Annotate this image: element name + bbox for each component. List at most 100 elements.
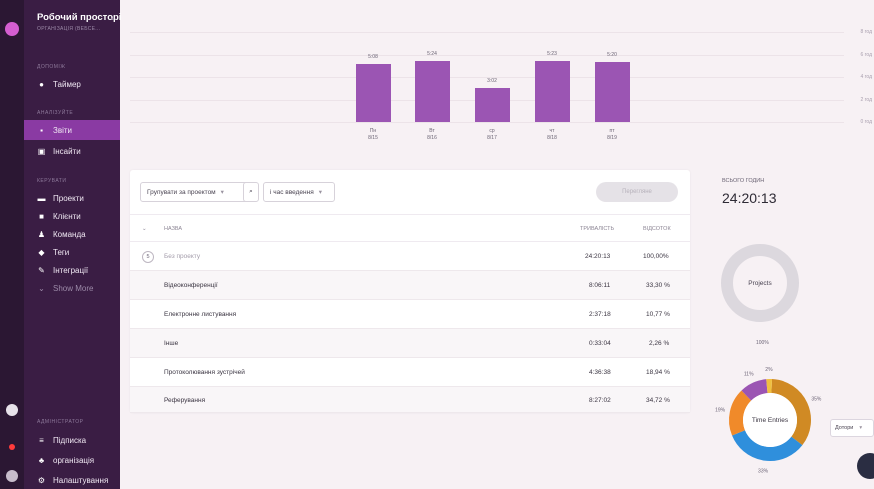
time-entries-donut: 35% 33% 19% 11% 2% Time Entries	[715, 367, 822, 475]
row-name: Інше	[164, 340, 179, 347]
chart-bar[interactable]	[475, 87, 510, 122]
sidebar-item-show-more[interactable]: ⌄ Show More	[24, 278, 120, 298]
donut-slice-label: 2%	[765, 367, 773, 373]
sidebar-item-label: Звіти	[53, 125, 72, 135]
total-hours-value: 24:20:13	[722, 190, 777, 206]
group-by-select[interactable]: Групувати за проектом ▾	[140, 182, 250, 202]
y-tick-label: 4 год	[860, 74, 872, 80]
notification-icon[interactable]	[9, 444, 15, 450]
chart-bar[interactable]	[356, 64, 391, 122]
row-duration: 0:33:04	[589, 340, 611, 347]
table-row[interactable]: Реферування 8:27:02 34,72 %	[130, 387, 690, 413]
summary-panel: всього годин 24:20:13 Projects 100% 35% 3…	[700, 170, 874, 489]
section-manage: КЕРУВАТИ	[37, 178, 67, 184]
clock-icon: ●	[39, 79, 44, 89]
bar-chart: 8 год 6 год 4 год 2 год 0 год 5:08 Пн 8/15 5:24 В…	[120, 0, 874, 162]
chart-gridline	[130, 54, 844, 56]
y-tick-label: 0 год	[860, 119, 872, 125]
report-table-card: Групувати за проектом ▾ ⌕ і час введення…	[130, 170, 690, 413]
row-name: Реферування	[164, 396, 206, 404]
x-tick-label: пт 8/19	[607, 128, 617, 141]
table-row[interactable]: Електронне листування 2:37:18 10,77 %	[130, 300, 690, 329]
sidebar-item-label: Команда	[53, 229, 86, 239]
sidebar-item-label: організація	[53, 455, 95, 465]
chart-bar[interactable]	[415, 61, 450, 122]
group-duration: 24:20:13	[585, 253, 611, 260]
sub-group-label: і час введення	[270, 188, 314, 196]
group-name: Без проекту	[164, 253, 201, 260]
row-percent: 34,72 %	[646, 396, 670, 404]
sidebar-item-projects[interactable]: ▬ Проекти	[24, 188, 120, 208]
avatar[interactable]	[6, 470, 18, 482]
projects-donut: Projects	[721, 244, 799, 322]
bar-value-label: 5:20	[607, 52, 617, 59]
sidebar-item-insights[interactable]: ▣ Інсайти	[24, 141, 120, 161]
table-row[interactable]: Інше 0:33:04 2,26 %	[130, 329, 690, 358]
header-percent[interactable]: ВІДСОТОК	[643, 215, 671, 243]
chevron-down-icon: ▾	[318, 189, 322, 196]
sidebar-item-subscription[interactable]: ≡ Підписка	[24, 430, 120, 450]
sidebar-item-clients[interactable]: ■ Клієнти	[24, 206, 120, 226]
chevron-down-icon: ⌄	[38, 283, 45, 293]
sidebar-item-label: Налаштування	[53, 475, 109, 485]
client-icon: ■	[39, 211, 44, 221]
x-tick-label: ср 8/17	[487, 128, 497, 141]
header-duration[interactable]: ТРИВАЛІСТЬ	[580, 215, 614, 243]
gear-icon: ⚙	[37, 475, 46, 485]
workspace-subtitle: ОРГАНІЗАЦІЯ (ВЕБСЕ...	[37, 26, 101, 32]
row-percent: 18,94 %	[646, 369, 670, 376]
app-logo-icon[interactable]	[5, 22, 19, 36]
search-button[interactable]: ⌕	[243, 182, 259, 202]
sort-select[interactable]: Дотори ▾	[830, 419, 874, 437]
section-track: ДОПОМІЖ	[37, 64, 66, 70]
table-row[interactable]: Відеоконференції 8:06:11 33,30 %	[130, 271, 690, 300]
chart-bar[interactable]	[595, 62, 630, 122]
time-entries-label: Time Entries	[752, 417, 789, 424]
donut-slice-label: 19%	[715, 408, 726, 414]
help-icon[interactable]	[6, 404, 18, 416]
bar-value-label: 5:08	[368, 54, 378, 61]
section-analyze: АНАЛІЗУЙТЕ	[37, 110, 74, 116]
sidebar-item-settings[interactable]: ⚙ Налаштування	[24, 470, 120, 489]
sidebar-item-label: Клієнти	[53, 211, 81, 221]
row-name: Електронне листування	[164, 311, 237, 318]
team-icon: ♟	[37, 229, 46, 239]
sidebar-item-integrations[interactable]: ✎ Інтеграції	[24, 260, 120, 280]
row-duration: 4:36:38	[589, 369, 611, 376]
tag-icon: ◆	[38, 247, 45, 257]
chevron-down-icon[interactable]: ⌄	[109, 13, 116, 22]
row-duration: 8:06:11	[589, 282, 611, 289]
x-tick-label: чт 8/18	[547, 128, 557, 141]
sidebar-item-timer[interactable]: ● Таймер	[24, 74, 120, 94]
bar-value-label: 5:23	[547, 51, 557, 58]
sidebar-item-label: Проекти	[53, 193, 84, 203]
row-name: Протоколювання зустрічей	[164, 369, 245, 376]
section-admin: АДМІНІСТРАТОР	[37, 419, 84, 425]
sidebar-item-organization[interactable]: ♣ організація	[24, 450, 120, 470]
sidebar-item-tags[interactable]: ◆ Теги	[24, 242, 120, 262]
donut-slice-label: 35%	[811, 397, 822, 403]
x-tick-label: Вт 8/16	[427, 128, 437, 141]
chart-bar[interactable]	[535, 61, 570, 122]
expand-all-chevron-icon[interactable]: ⌄	[142, 215, 147, 243]
plug-icon: ✎	[38, 265, 45, 275]
group-count-badge: 5	[142, 242, 154, 271]
projects-pct-label: 100%	[756, 340, 769, 346]
header-name[interactable]: НАЗВА	[164, 215, 182, 243]
sidebar-item-label: Підписка	[53, 435, 87, 445]
list-icon: ≡	[39, 435, 44, 445]
sidebar-item-label: Інсайти	[53, 146, 81, 156]
table-group-row[interactable]: 5 Без проекту 24:20:13 100,00%	[130, 242, 690, 271]
export-button[interactable]: Перегляне	[596, 182, 678, 202]
row-duration: 2:37:18	[589, 311, 611, 318]
y-tick-label: 2 год	[860, 96, 872, 103]
sidebar-item-team[interactable]: ♟ Команда	[24, 224, 120, 244]
sidebar-item-label: Show More	[53, 283, 94, 293]
sidebar-item-label: Інтеграції	[53, 265, 89, 275]
chevron-down-icon: ▾	[220, 189, 224, 196]
sub-group-select[interactable]: і час введення ▾	[263, 182, 335, 202]
table-row[interactable]: Протоколювання зустрічей 4:36:38 18,94 %	[130, 358, 690, 387]
chart-gridline	[130, 122, 844, 123]
donut-slice-label: 33%	[758, 469, 769, 475]
sidebar-item-reports[interactable]: ▪ Звіти	[24, 120, 120, 140]
